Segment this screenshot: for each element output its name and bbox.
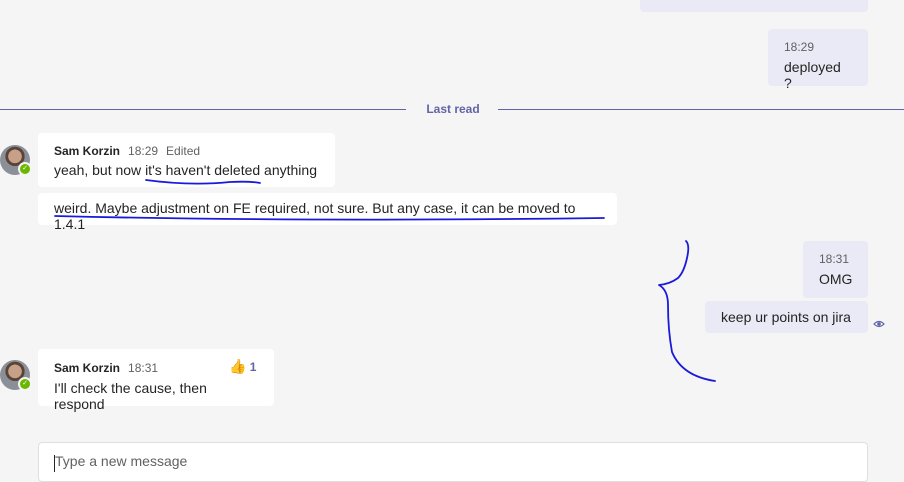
message-text: yeah, but now it's haven't deleted anyth… — [54, 162, 319, 178]
reaction-count: 1 — [249, 360, 257, 374]
presence-available-icon: ✓ — [18, 162, 32, 176]
message-header: Sam Korzin 18:29 Edited — [54, 144, 319, 158]
message-bubble-own[interactable]: 18:29 deployed ? — [768, 29, 868, 91]
message-text: deployed ? — [784, 59, 841, 91]
message-text: weird. Maybe adjustment on FE required, … — [54, 200, 576, 232]
edited-label: Edited — [166, 144, 201, 158]
message-input[interactable] — [55, 453, 835, 469]
message-header: Sam Korzin 18:31 — [54, 361, 258, 375]
message-text-annotated: it's haven't deleted — [145, 162, 261, 178]
message-text-part: anything — [260, 162, 317, 178]
message-text-part: yeah, but now — [54, 162, 146, 178]
message-text: OMG — [819, 271, 853, 287]
message-timestamp: 18:31 — [819, 252, 850, 266]
thumbs-up-icon: 👍 — [229, 358, 247, 374]
message-bubble-own-partial[interactable] — [640, 0, 868, 12]
presence-available-icon: ✓ — [18, 377, 32, 391]
avatar[interactable]: ✓ — [0, 145, 32, 176]
avatar[interactable]: ✓ — [0, 360, 32, 391]
read-receipt-icon — [873, 320, 885, 328]
message-bubble-other[interactable]: Sam Korzin 18:31 I'll check the cause, th… — [38, 349, 274, 412]
message-timestamp: 18:31 — [128, 361, 159, 375]
message-author[interactable]: Sam Korzin — [54, 144, 120, 158]
message-bubble-own[interactable]: 18:31 OMG — [803, 241, 868, 298]
message-bubble-other[interactable]: weird. Maybe adjustment on FE required, … — [38, 193, 617, 232]
message-bubble-own[interactable]: keep ur points on jira — [705, 301, 868, 333]
message-text: I'll check the cause, then respond — [54, 380, 207, 412]
last-read-divider-right — [498, 109, 904, 110]
message-author[interactable]: Sam Korzin — [54, 361, 120, 375]
compose-box[interactable] — [38, 442, 868, 482]
message-text: keep ur points on jira — [721, 309, 851, 325]
message-bubble-other[interactable]: Sam Korzin 18:29 Edited yeah, but now it's… — [38, 133, 335, 187]
last-read-label: Last read — [426, 102, 480, 116]
message-timestamp: 18:29 — [128, 144, 159, 158]
last-read-divider-left — [0, 109, 406, 110]
message-timestamp: 18:29 — [784, 40, 815, 54]
reaction-badge[interactable]: 👍 1 — [229, 358, 256, 375]
